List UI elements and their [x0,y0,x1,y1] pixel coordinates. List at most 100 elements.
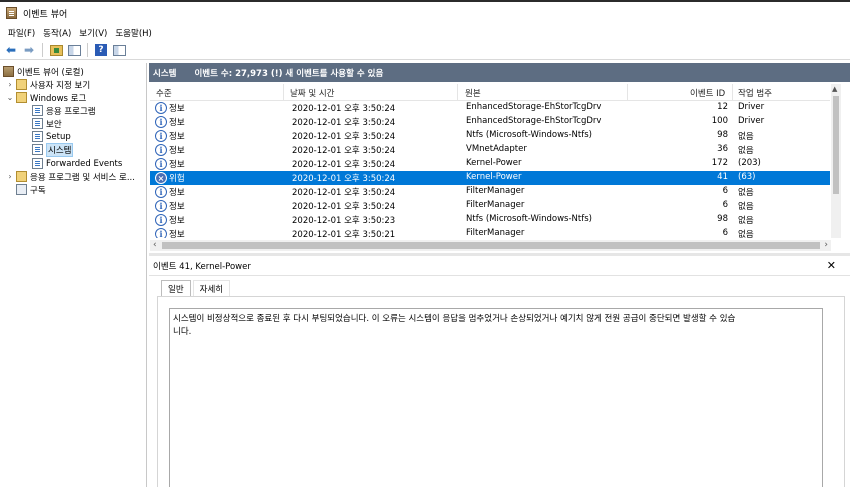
table-row[interactable]: i 정보 2020-12-01 오후 3:50:24 Kernel-Power 172 (… [150,157,830,171]
tab-content: 시스템이 비정상적으로 종료된 후 다시 부팅되었습니다. 이 오류는 시스템이… [157,296,845,487]
event-list: 수준 날짜 및 시간 원본 이벤트 ID 작업 범주 i 정보 2020-12-01… [150,84,841,238]
column-category[interactable]: 작업 범주 [738,87,772,99]
scroll-thumb[interactable] [162,242,820,249]
cell-datetime: 2020-12-01 오후 3:50:24 [292,174,396,184]
cell-level: 위험 [169,174,185,184]
tree-item-apps-services[interactable]: › 응용 프로그램 및 서비스 로... [6,170,135,183]
cell-datetime: 2020-12-01 오후 3:50:24 [292,202,396,212]
cell-category: Driver [738,116,765,126]
toolbar-separator [87,43,88,57]
cell-category: (63) [738,172,756,182]
table-row[interactable]: i 정보 2020-12-01 오후 3:50:24 EnhancedStorage-… [150,115,830,129]
table-row[interactable]: i 정보 2020-12-01 오후 3:50:21 FilterManager 6 없음 [150,227,830,238]
back-button[interactable]: ⬅ [3,42,19,58]
arrow-right-icon: ➡ [23,43,35,57]
tab-details[interactable]: 자세히 [192,280,231,296]
table-row[interactable]: i 정보 2020-12-01 오후 3:50:24 VMnetAdapter 36 없음 [150,143,830,157]
event-viewer-icon [6,7,17,19]
column-event-id[interactable]: 이벤트 ID [690,87,725,99]
cell-level: 정보 [169,146,185,156]
cell-level: 정보 [169,118,185,128]
column-datetime[interactable]: 날짜 및 시간 [290,87,335,99]
cell-level: 정보 [169,230,185,238]
menu-help[interactable]: 도움말(H) [111,27,155,39]
cell-source: Kernel-Power [466,172,522,182]
info-icon: i [155,186,167,198]
cell-event-id: 98 [717,214,728,224]
detail-title: 이벤트 41, Kernel-Power [153,261,251,272]
scroll-right-icon[interactable]: › [824,240,828,250]
close-icon[interactable]: ✕ [827,259,836,272]
vertical-scrollbar[interactable]: ▲ [831,84,841,238]
menu-file[interactable]: 파일(F) [4,27,39,39]
cell-level: 정보 [169,188,185,198]
column-divider[interactable] [457,84,458,100]
log-icon [32,118,43,129]
column-divider[interactable] [627,84,628,100]
tree-item-custom-views[interactable]: › 사용자 지정 보기 [6,78,90,91]
tree-item-windows-logs[interactable]: ⌄ Windows 로그 [6,91,86,104]
toolbar-separator [42,43,43,57]
info-icon: i [155,214,167,226]
show-hide-tree-button[interactable] [66,42,82,58]
folder-icon [16,171,27,182]
tree-item-root[interactable]: 이벤트 뷰어 (로컬) [3,65,84,78]
forward-button[interactable]: ➡ [21,42,37,58]
chevron-down-icon[interactable]: ⌄ [6,93,14,102]
chevron-right-icon[interactable]: › [6,172,14,181]
cell-event-id: 100 [711,116,728,126]
tree-item-setup[interactable]: Setup [32,130,71,143]
cell-event-id: 41 [717,172,728,182]
cell-datetime: 2020-12-01 오후 3:50:21 [292,230,396,238]
log-icon [32,144,43,155]
message-line: 시스템이 비정상적으로 종료된 후 다시 부팅되었습니다. 이 오류는 시스템이… [173,314,736,324]
cell-level: 정보 [169,202,185,212]
event-count[interactable]: 이벤트 수: 27,973 (!) 새 이벤트를 사용할 수 있음 [194,67,383,79]
cell-level: 정보 [169,216,185,226]
log-header: 시스템 이벤트 수: 27,973 (!) 새 이벤트를 사용할 수 있음 [149,63,850,82]
event-message[interactable]: 시스템이 비정상적으로 종료된 후 다시 부팅되었습니다. 이 오류는 시스템이… [169,308,823,487]
tab-general[interactable]: 일반 [161,280,191,296]
cell-source: Ntfs (Microsoft-Windows-Ntfs) [466,130,592,140]
subscriptions-icon [16,184,27,195]
column-source[interactable]: 원본 [465,87,481,99]
menu-view[interactable]: 보기(V) [75,27,111,39]
tree-item-application[interactable]: 응용 프로그램 [32,104,96,117]
up-level-button[interactable] [48,42,64,58]
tree-item-forwarded-events[interactable]: Forwarded Events [32,157,122,170]
info-icon: i [155,228,167,238]
cell-event-id: 36 [717,144,728,154]
detail-header: 이벤트 41, Kernel-Power ✕ [149,256,850,276]
log-icon [32,158,43,169]
cell-event-id: 6 [722,186,728,196]
menu-bar: 파일(F) 동작(A) 보기(V) 도움말(H) [0,24,850,41]
scroll-thumb[interactable] [833,96,839,194]
tree-item-system[interactable]: 시스템 [32,142,74,157]
table-row[interactable]: i 정보 2020-12-01 오후 3:50:24 FilterManager 6 없음 [150,199,830,213]
column-level[interactable]: 수준 [156,87,172,99]
cell-source: FilterManager [466,228,525,238]
cell-datetime: 2020-12-01 오후 3:50:24 [292,104,396,114]
table-row[interactable]: i 정보 2020-12-01 오후 3:50:24 Ntfs (Microsoft-… [150,129,830,143]
console-tree-icon [67,44,81,56]
tree-item-security[interactable]: 보안 [32,117,62,130]
tree-item-subscriptions[interactable]: 구독 [16,183,46,196]
chevron-right-icon[interactable]: › [6,80,14,89]
table-row[interactable]: i 정보 2020-12-01 오후 3:50:23 Ntfs (Microsoft-… [150,213,830,227]
table-row[interactable]: i 정보 2020-12-01 오후 3:50:24 EnhancedStorage-… [150,101,830,115]
cell-event-id: 6 [722,200,728,210]
cell-datetime: 2020-12-01 오후 3:50:24 [292,146,396,156]
horizontal-scrollbar[interactable]: ‹ › [150,240,831,251]
cell-category: Driver [738,102,765,112]
table-row[interactable]: i 정보 2020-12-01 오후 3:50:24 FilterManager 6 없음 [150,185,830,199]
scroll-left-icon[interactable]: ‹ [153,240,157,250]
show-hide-action-pane-button[interactable] [111,42,127,58]
table-row[interactable]: × 위험 2020-12-01 오후 3:50:24 Kernel-Power 41 (6… [150,171,830,185]
help-button[interactable]: ? [93,42,109,58]
scroll-up-icon[interactable]: ▲ [832,85,837,93]
cell-level: 정보 [169,160,185,170]
cell-datetime: 2020-12-01 오후 3:50:24 [292,160,396,170]
column-divider[interactable] [283,84,284,100]
column-divider[interactable] [732,84,733,100]
menu-action[interactable]: 동작(A) [39,27,75,39]
